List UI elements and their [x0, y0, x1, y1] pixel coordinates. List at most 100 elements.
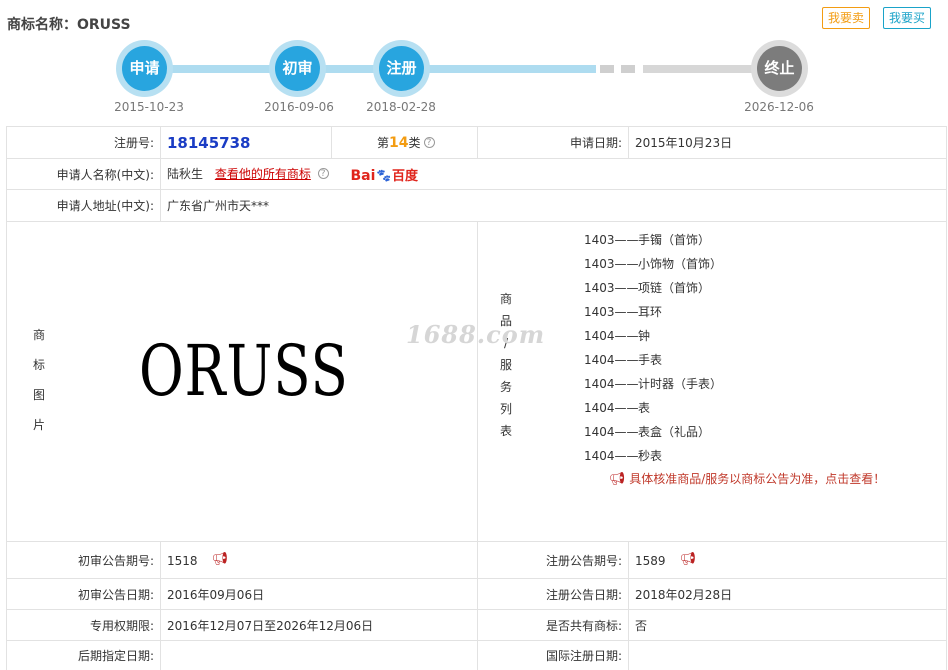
all-marks-link[interactable]: 查看他的所有商标 [215, 167, 311, 181]
reg-no-value: 18145738 [167, 133, 251, 152]
table-row: 商 标 图 片 ORUSS 商 品 / 服 务 列 表 1403—— 手镯（首饰）… [6, 221, 947, 542]
baidu-logo-cn: 百度 [391, 168, 418, 184]
prelim-no-label: 初审公告期号: [6, 541, 161, 579]
goods-notice-link[interactable]: 📢︎ 具体核准商品/服务以商标公告为准，点击查看！ [478, 470, 946, 487]
prelim-no-value: 1518 [167, 554, 198, 568]
table-row: 后期指定日期: 国际注册日期: [6, 640, 947, 670]
megaphone-icon[interactable]: 📢︎ [212, 552, 229, 567]
class-cell: 第14类? [331, 126, 478, 159]
goods-name: 手镯（首饰） [638, 233, 711, 247]
label-char: 标 [32, 358, 45, 372]
apply-date-label: 申请日期: [477, 126, 629, 159]
prelim-date-value: 2016年09月06日 [160, 578, 478, 610]
help-icon[interactable]: ? [423, 137, 435, 148]
prelim-no-cell: 1518 📢︎ [160, 541, 478, 579]
timeline-node-label: 终止 [757, 46, 802, 91]
label-char: 商 [499, 292, 512, 306]
applicant-cell: 陆秋生 查看他的所有商标 ? Bai🐾︎百度 [160, 158, 947, 190]
address-label: 申请人地址(中文): [6, 189, 161, 222]
reg-no-cell: 18145738 [160, 126, 332, 159]
goods-name: 秒表 [638, 449, 663, 463]
list-item: 1404——计时器（手表） [584, 372, 946, 396]
label-char: / [503, 336, 509, 350]
timeline-date: 2026-12-06 [744, 100, 814, 114]
goods-code: 1403—— [584, 281, 639, 295]
goods-code: 1404—— [584, 353, 639, 367]
goods-cell: 商 品 / 服 务 列 表 1403——手镯（首饰） 1403——小饰物（首饰）… [477, 221, 947, 542]
class-prefix: 第 [377, 136, 390, 150]
table-row: 注册号: 18145738 第14类? 申请日期: 2015年10月23日 [6, 126, 947, 159]
trademark-detail-table: 注册号: 18145738 第14类? 申请日期: 2015年10月23日 申请… [6, 126, 947, 670]
class-number: 14 [389, 135, 409, 151]
goods-name: 计时器（手表） [638, 377, 723, 391]
goods-label: 商 品 / 服 务 列 表 [499, 288, 513, 442]
goods-name: 表 [638, 401, 651, 415]
label-char: 图 [32, 388, 45, 402]
table-row: 专用权期限: 2016年12月07日至2026年12月06日 是否共有商标: 否 [6, 609, 947, 641]
later-date-value [160, 640, 478, 670]
goods-name: 耳环 [638, 305, 663, 319]
table-row: 申请人名称(中文): 陆秋生 查看他的所有商标 ? Bai🐾︎百度 [6, 158, 947, 190]
goods-code: 1404—— [584, 425, 639, 439]
sell-button[interactable]: 我要卖 [822, 7, 871, 29]
exclusive-label: 专用权期限: [6, 609, 161, 641]
later-date-label: 后期指定日期: [6, 640, 161, 670]
goods-notice-text: 具体核准商品/服务以商标公告为准，点击查看！ [629, 472, 886, 486]
megaphone-icon: 📢︎ [608, 472, 626, 487]
goods-code: 1404—— [584, 329, 639, 343]
goods-list: 1403——手镯（首饰） 1403——小饰物（首饰） 1403——项链（首饰） … [478, 228, 946, 468]
timeline-node-register: 注册 [373, 40, 430, 97]
intl-date-value [628, 640, 947, 670]
list-item: 1404——钟 [584, 324, 946, 348]
reg-pub-no-label: 注册公告期号: [477, 541, 629, 579]
list-item: 1404——手表 [584, 348, 946, 372]
list-item: 1403——项链（首饰） [584, 276, 946, 300]
goods-code: 1403—— [584, 305, 639, 319]
list-item: 1404——表 [584, 396, 946, 420]
goods-code: 1404—— [584, 449, 639, 463]
reg-pub-date-value: 2018年02月28日 [628, 578, 947, 610]
reg-pub-no-cell: 1589 📢︎ [628, 541, 947, 579]
timeline-node-label: 申请 [122, 46, 167, 91]
goods-name: 手表 [638, 353, 663, 367]
label-char: 表 [499, 424, 512, 438]
shared-label: 是否共有商标: [477, 609, 629, 641]
timeline-node-prelim: 初审 [269, 40, 326, 97]
intl-date-label: 国际注册日期: [477, 640, 629, 670]
list-item: 1403——小饰物（首饰） [584, 252, 946, 276]
megaphone-icon[interactable]: 📢︎ [680, 552, 697, 567]
table-row: 申请人地址(中文): 广东省广州市天*** [6, 189, 947, 222]
trademark-image: ORUSS [139, 330, 349, 412]
list-item: 1404——秒表 [584, 444, 946, 468]
table-row: 初审公告日期: 2016年09月06日 注册公告日期: 2018年02月28日 [6, 578, 947, 610]
label-char: 列 [499, 402, 512, 416]
label-char: 务 [499, 380, 512, 394]
mark-image-cell: 商 标 图 片 ORUSS [6, 221, 478, 542]
label-char: 商 [32, 328, 45, 342]
paw-icon: 🐾︎ [375, 168, 392, 184]
shared-value: 否 [628, 609, 947, 641]
list-item: 1403——耳环 [584, 300, 946, 324]
timeline-date: 2016-09-06 [264, 100, 334, 114]
applicant-label: 申请人名称(中文): [6, 158, 161, 190]
reg-no-label: 注册号: [6, 126, 161, 159]
goods-name: 钟 [638, 329, 651, 343]
label-char: 服 [499, 358, 512, 372]
exclusive-value: 2016年12月07日至2026年12月06日 [160, 609, 478, 641]
timeline-node-apply: 申请 [116, 40, 173, 97]
timeline-node-terminate: 终止 [751, 40, 808, 97]
label-char: 品 [499, 314, 512, 328]
list-item: 1404——表盒（礼品） [584, 420, 946, 444]
goods-code: 1404—— [584, 401, 639, 415]
goods-name: 小饰物（首饰） [638, 257, 723, 271]
buy-button[interactable]: 我要买 [883, 7, 932, 29]
mark-image-label: 商 标 图 片 [32, 320, 46, 440]
goods-code: 1403—— [584, 257, 639, 271]
goods-code: 1404—— [584, 377, 639, 391]
label-char: 片 [32, 418, 45, 432]
applicant-value: 陆秋生 [167, 166, 204, 181]
baidu-search-logo[interactable]: Bai🐾︎百度 [351, 165, 418, 184]
help-icon[interactable]: ? [317, 167, 329, 179]
timeline-node-label: 注册 [379, 46, 424, 91]
timeline-track-dash [600, 65, 614, 73]
